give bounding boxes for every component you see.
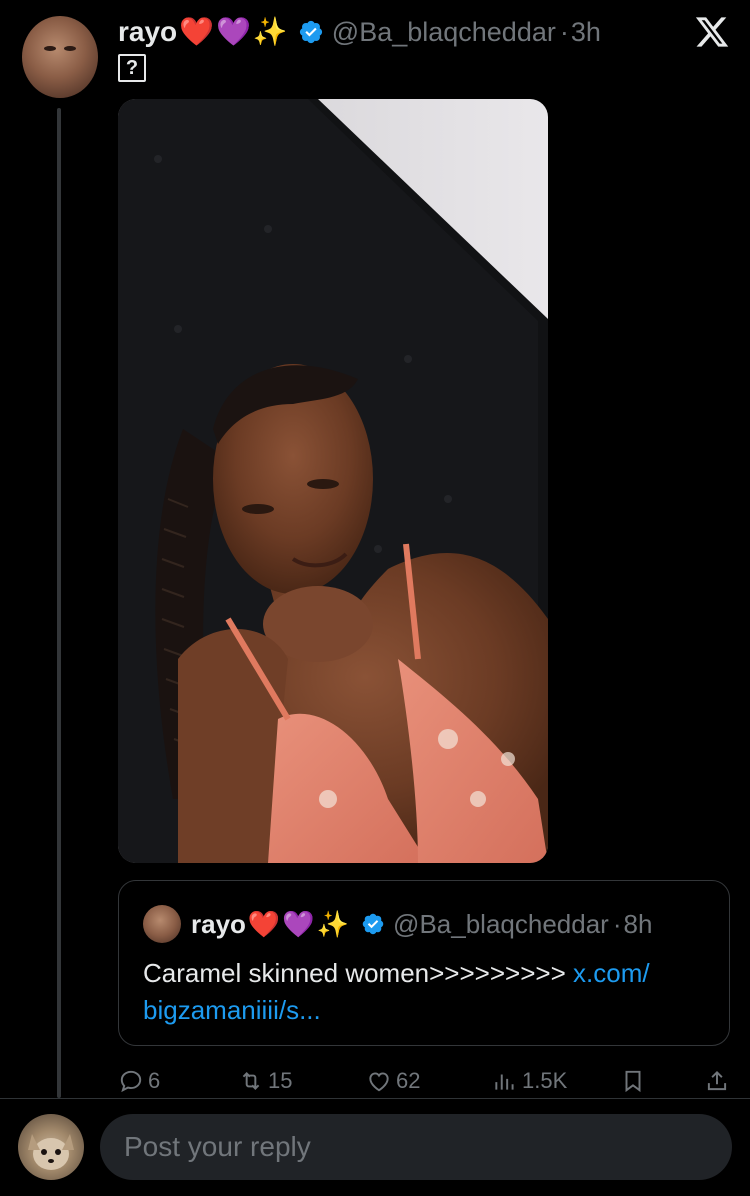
name-emoji-purple-heart: 💜 bbox=[216, 16, 251, 47]
quoted-tweet-header: rayo ❤️ 💜 ✨ @Ba_blaqcheddar · 8h bbox=[191, 907, 652, 941]
reply-count: 6 bbox=[148, 1068, 161, 1093]
repost-icon bbox=[242, 1072, 260, 1090]
share-icon bbox=[707, 1070, 727, 1091]
heart-icon bbox=[369, 1072, 389, 1092]
quoted-tweet-body: Caramel skinned women>>>>>>>>> bbox=[143, 958, 574, 988]
views-icon bbox=[495, 1074, 514, 1090]
name-emoji-red-heart: ❤️ bbox=[179, 16, 215, 47]
repost-button[interactable]: 15 bbox=[238, 1062, 292, 1100]
views-button[interactable]: 1.5K bbox=[492, 1062, 567, 1100]
tweet-header: rayo ❤️ 💜 ✨ @Ba_blaqcheddar · 3h bbox=[118, 12, 638, 52]
author-avatar[interactable] bbox=[22, 16, 98, 98]
bookmark-button[interactable] bbox=[620, 1062, 650, 1100]
tweet-timestamp[interactable]: 3h bbox=[571, 17, 601, 48]
quoted-tweet-card[interactable]: rayo ❤️ 💜 ✨ @Ba_blaqcheddar · 8h Caramel… bbox=[118, 880, 730, 1046]
reply-input[interactable] bbox=[100, 1114, 732, 1180]
author-handle[interactable]: @Ba_blaqcheddar bbox=[332, 17, 556, 48]
quoted-name-emoji-purple-heart: 💜 bbox=[282, 909, 315, 939]
quoted-tweet-text: Caramel skinned women>>>>>>>>> x.com/ bi… bbox=[143, 955, 713, 1029]
tweet-detail-screen: rayo ❤️ 💜 ✨ @Ba_blaqcheddar · 3h ? rayo … bbox=[0, 0, 750, 1196]
quoted-verified-badge-icon bbox=[362, 913, 384, 935]
reply-icon bbox=[120, 1070, 142, 1093]
thread-line bbox=[57, 108, 61, 1098]
avatar-eye-left bbox=[44, 46, 56, 51]
separator-dot: · bbox=[559, 16, 569, 47]
author-display-name[interactable]: rayo bbox=[118, 16, 177, 48]
divider bbox=[0, 1098, 750, 1099]
like-button[interactable]: 62 bbox=[366, 1062, 420, 1100]
avatar-eye-right bbox=[64, 46, 76, 51]
current-user-avatar[interactable] bbox=[18, 1114, 84, 1180]
views-count: 1.5K bbox=[522, 1068, 568, 1093]
x-logo-icon[interactable] bbox=[694, 14, 730, 50]
name-emoji-sparkles: ✨ bbox=[252, 16, 288, 47]
dog-avatar-illustration bbox=[28, 1134, 74, 1170]
quoted-separator-dot: · bbox=[612, 908, 622, 939]
quoted-author-display-name[interactable]: rayo bbox=[191, 909, 246, 940]
quoted-author-handle[interactable]: @Ba_blaqcheddar bbox=[393, 909, 609, 940]
verified-badge-icon bbox=[299, 20, 322, 44]
reply-button[interactable]: 6 bbox=[118, 1062, 160, 1100]
unknown-glyph-box: ? bbox=[118, 54, 146, 82]
quoted-name-emoji-sparkles: ✨ bbox=[316, 909, 350, 939]
quoted-author-avatar[interactable] bbox=[143, 905, 181, 943]
bookmark-icon bbox=[625, 1070, 641, 1093]
tweet-photo[interactable] bbox=[118, 99, 548, 863]
photo-illustration bbox=[118, 99, 548, 863]
like-count: 62 bbox=[396, 1068, 421, 1093]
quoted-name-emoji-red-heart: ❤️ bbox=[247, 909, 281, 939]
quoted-tweet-timestamp[interactable]: 8h bbox=[624, 909, 653, 940]
share-button[interactable] bbox=[704, 1062, 734, 1100]
repost-count: 15 bbox=[268, 1068, 293, 1093]
tweet-action-bar: 6 15 62 1.5K bbox=[118, 1062, 730, 1100]
